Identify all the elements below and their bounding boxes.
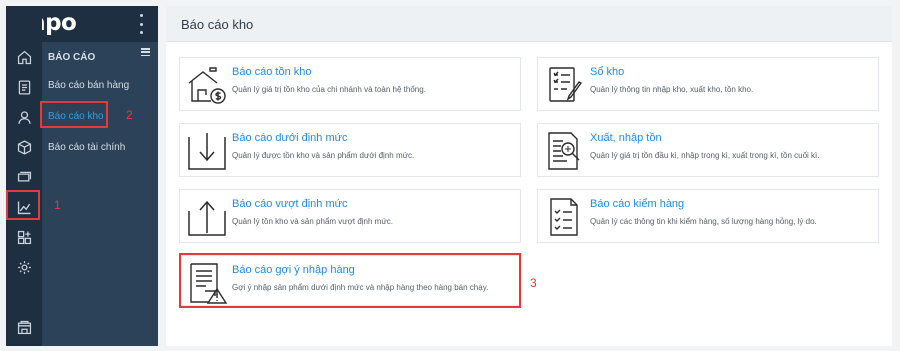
report-submenu: BÁO CÁO Báo cáo bán hàng Báo cáo kho Báo… [42,42,158,346]
menu-toggle-icon[interactable] [141,48,150,56]
submenu-item-sales-report[interactable]: Báo cáo bán hàng [48,80,129,91]
card-description: Quản lý thông tin nhập kho, xuất kho, tồ… [590,85,754,94]
settings-gear-icon[interactable] [6,252,42,282]
card-description: Quản lý được tồn kho và sản phẩm dưới đị… [232,151,415,160]
highlight-box-3 [179,253,521,308]
card-above-threshold-report[interactable]: Báo cáo vượt định mức Quản lý tồn kho và… [179,189,521,243]
annotation-number-1: 1 [54,198,61,212]
card-title[interactable]: Xuất, nhập tồn [590,132,662,144]
arrow-up-box-icon [185,195,229,239]
card-stock-ledger[interactable]: Sổ kho Quản lý thông tin nhập kho, xuất … [537,57,879,111]
card-import-export-report[interactable]: Xuất, nhập tồn Quản lý giá trị tồn đầu k… [537,123,879,177]
card-inventory-report[interactable]: Báo cáo tồn kho Quản lý giá trị tồn kho … [179,57,521,111]
page-title: Báo cáo kho [181,17,254,32]
customer-icon[interactable] [6,102,42,132]
checklist-icon [543,195,587,239]
card-description: Quản lý tồn kho và sản phẩm vượt định mứ… [232,217,393,226]
annotation-number-3: 3 [530,276,537,290]
card-title[interactable]: Sổ kho [590,66,624,78]
highlight-box-2 [40,101,108,128]
card-title[interactable]: Báo cáo vượt định mức [232,198,348,210]
ledger-edit-icon [543,63,587,107]
app: Sapo BÁO CÁO Báo cáo bán hàng Báo cáo kh… [0,0,900,351]
home-icon[interactable] [6,42,42,72]
arrow-down-box-icon [185,129,229,173]
highlight-box-1 [6,190,40,220]
card-description: Quản lý các thông tin khi kiểm hàng, số … [590,217,817,226]
icon-rail [6,6,42,346]
orders-icon[interactable] [6,72,42,102]
shipping-icon[interactable] [6,162,42,192]
more-options-icon[interactable] [138,14,144,34]
card-title[interactable]: Báo cáo dưới định mức [232,132,348,144]
card-inspection-report[interactable]: Báo cáo kiểm hàng Quản lý các thông tin … [537,189,879,243]
page-header: Báo cáo kho [166,6,892,42]
card-below-threshold-report[interactable]: Báo cáo dưới định mức Quản lý được tồn k… [179,123,521,177]
warehouse-money-icon [185,63,229,107]
document-search-icon [543,129,587,173]
card-title[interactable]: Báo cáo kiểm hàng [590,198,684,210]
product-box-icon[interactable] [6,132,42,162]
annotation-number-2: 2 [126,108,133,122]
card-title[interactable]: Báo cáo tồn kho [232,66,312,78]
store-icon[interactable] [6,312,42,342]
submenu-item-finance-report[interactable]: Báo cáo tài chính [48,142,125,153]
card-description: Quản lý giá trị tồn đầu kì, nhập trong k… [590,151,820,160]
card-description: Quản lý giá trị tồn kho của chi nhánh và… [232,85,426,94]
apps-add-icon[interactable] [6,222,42,252]
submenu-header: BÁO CÁO [48,52,96,63]
